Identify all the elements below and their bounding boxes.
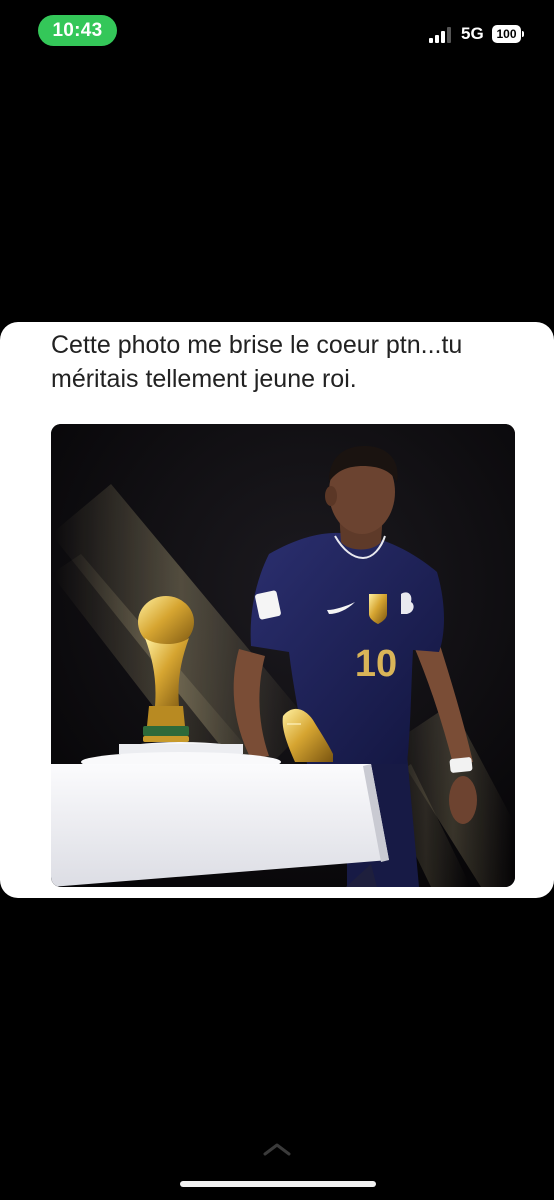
home-indicator[interactable] bbox=[180, 1181, 376, 1187]
status-time[interactable]: 10:43 bbox=[38, 15, 117, 46]
chevron-up-icon[interactable] bbox=[262, 1141, 292, 1157]
network-type: 5G bbox=[461, 24, 484, 43]
tweet-text: Cette photo me brise le coeur ptn...tu m… bbox=[51, 331, 463, 393]
photo-illustration: 10 bbox=[51, 424, 515, 887]
shirt-number: 10 bbox=[355, 643, 397, 685]
tweet-card: Cette photo me brise le coeur ptn...tu m… bbox=[0, 322, 554, 898]
status-bar: 10:43 5G 100 bbox=[0, 0, 554, 60]
battery-icon: 100 bbox=[492, 25, 524, 43]
battery-level: 100 bbox=[492, 25, 521, 43]
tweet-photo[interactable]: 10 bbox=[51, 424, 515, 887]
battery-tip bbox=[522, 31, 524, 37]
cellular-signal-icon bbox=[429, 27, 451, 43]
